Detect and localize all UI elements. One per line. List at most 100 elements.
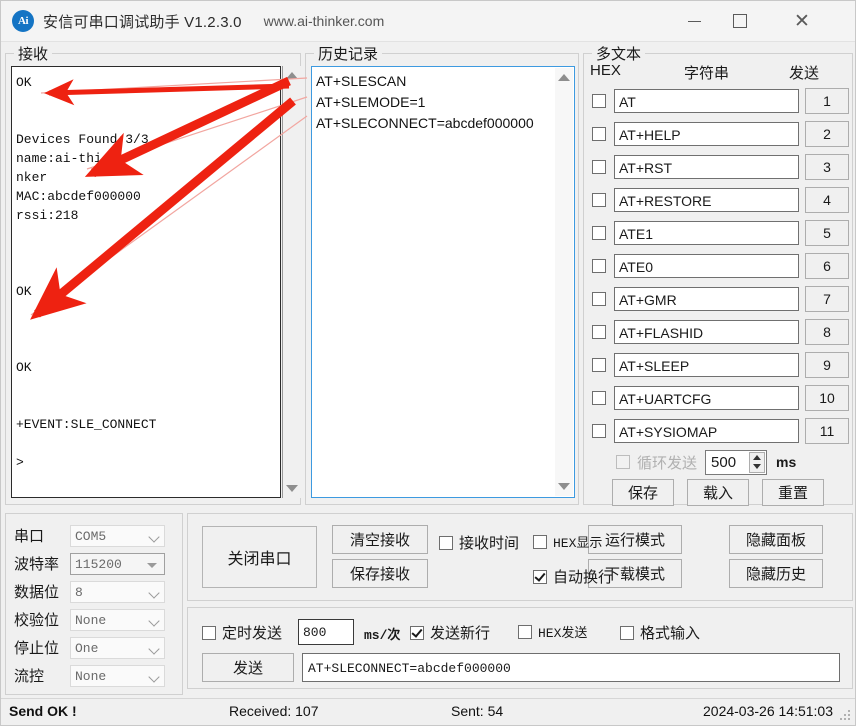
receive-time-checkbox[interactable] (439, 535, 453, 550)
chevron-down-icon (148, 614, 160, 627)
multitext-send-button[interactable]: 3 (805, 154, 849, 180)
multitext-hex-checkbox[interactable] (592, 292, 606, 306)
format-input-checkbox[interactable] (620, 625, 634, 640)
minimize-button[interactable] (671, 1, 717, 41)
multitext-hex-checkbox[interactable] (592, 424, 606, 438)
multitext-actions: 保存 载入 重置 (584, 478, 852, 506)
close-button[interactable]: ✕ (779, 1, 825, 41)
scroll-down-icon[interactable] (558, 483, 570, 490)
save-receive-button[interactable]: 保存接收 (332, 559, 428, 588)
multitext-send-button[interactable]: 6 (805, 253, 849, 279)
multitext-send-button[interactable]: 5 (805, 220, 849, 246)
serial-setting-value: 115200 (75, 556, 122, 572)
multitext-hex-checkbox[interactable] (592, 259, 606, 273)
chevron-down-icon (148, 642, 160, 655)
serial-setting-row: 波特率 115200 (14, 552, 165, 575)
history-panel-label: 历史记录 (314, 43, 383, 64)
auto-wrap-checkbox-item[interactable]: 自动换行 (533, 566, 613, 587)
multitext-command-input[interactable]: AT+UARTCFG (614, 386, 799, 410)
multitext-hex-checkbox[interactable] (592, 391, 606, 405)
multitext-command-input[interactable]: ATE0 (614, 254, 799, 278)
cycle-send-checkbox[interactable] (616, 455, 630, 469)
multitext-hex-checkbox[interactable] (592, 226, 606, 240)
receive-time-label: 接收时间 (459, 535, 520, 552)
stepper-up-icon[interactable] (753, 454, 762, 460)
serial-setting-label: 波特率 (14, 556, 60, 573)
serial-setting-select[interactable]: One (70, 636, 165, 659)
receive-textarea[interactable]: OK Devices Found:3/3 name:ai-thi nker MA… (11, 66, 281, 498)
multitext-command-input[interactable]: AT+GMR (614, 287, 799, 311)
multitext-send-button[interactable]: 4 (805, 187, 849, 213)
timed-interval-input[interactable]: 800 (298, 619, 354, 645)
stepper-down-icon[interactable] (753, 464, 762, 470)
minimize-icon (687, 20, 701, 22)
multitext-command-input[interactable]: AT+SLEEP (614, 353, 799, 377)
timed-send-checkbox[interactable] (202, 625, 216, 640)
multitext-hex-checkbox[interactable] (592, 94, 606, 108)
hex-send-checkbox[interactable] (518, 624, 532, 639)
multitext-send-button[interactable]: 9 (805, 352, 849, 378)
chevron-down-icon (148, 586, 160, 599)
multitext-send-button[interactable]: 8 (805, 319, 849, 345)
multitext-send-button[interactable]: 1 (805, 88, 849, 114)
multitext-command-input[interactable]: ATE1 (614, 221, 799, 245)
serial-setting-select[interactable]: 115200 (70, 552, 165, 575)
receive-scrollbar[interactable] (282, 66, 301, 498)
timed-send-checkbox-item[interactable]: 定时发送 (202, 622, 282, 643)
multitext-send-button[interactable]: 11 (805, 418, 849, 444)
send-input[interactable]: AT+SLECONNECT=abcdef000000 (302, 653, 840, 682)
multitext-hex-checkbox[interactable] (592, 127, 606, 141)
close-port-button[interactable]: 关闭串口 (202, 526, 317, 588)
scroll-up-icon[interactable] (286, 72, 298, 79)
multitext-command-input[interactable]: AT (614, 89, 799, 113)
cycle-interval-stepper[interactable]: 500 (705, 449, 768, 475)
control-panel: 关闭串口 清空接收 保存接收 运行模式 下载模式 隐藏面板 隐藏历史 接收时间 … (187, 513, 853, 601)
serial-setting-label: 流控 (14, 668, 45, 685)
serial-setting-select[interactable]: 8 (70, 580, 165, 603)
serial-setting-row: 校验位 None (14, 608, 165, 631)
multitext-hex-checkbox[interactable] (592, 160, 606, 174)
serial-setting-label: 停止位 (14, 640, 60, 657)
multitext-hex-checkbox[interactable] (592, 325, 606, 339)
auto-wrap-checkbox[interactable] (533, 569, 547, 584)
multitext-row: AT+RST 3 (584, 152, 852, 182)
multitext-row: AT+UARTCFG 10 (584, 383, 852, 413)
save-button[interactable]: 保存 (612, 478, 674, 506)
history-scrollbar[interactable] (555, 68, 573, 496)
multitext-send-button[interactable]: 10 (805, 385, 849, 411)
multitext-send-button[interactable]: 7 (805, 286, 849, 312)
hex-display-checkbox[interactable] (533, 534, 547, 549)
serial-setting-select[interactable]: None (70, 608, 165, 631)
serial-setting-select[interactable]: COM5 (70, 524, 165, 547)
send-newline-checkbox-item[interactable]: 发送新行 (410, 622, 490, 643)
hide-panel-button[interactable]: 隐藏面板 (729, 525, 823, 554)
multitext-command-input[interactable]: AT+SYSIOMAP (614, 419, 799, 443)
hide-history-button[interactable]: 隐藏历史 (729, 559, 823, 588)
load-button[interactable]: 载入 (687, 478, 749, 506)
receive-time-checkbox-item[interactable]: 接收时间 (439, 532, 519, 553)
send-newline-checkbox[interactable] (410, 625, 424, 640)
hex-display-checkbox-item[interactable]: HEX显示 (533, 532, 602, 551)
reset-button[interactable]: 重置 (762, 478, 824, 506)
history-listbox[interactable]: AT+SLESCAN AT+SLEMODE=1 AT+SLECONNECT=ab… (311, 66, 575, 498)
multitext-hex-checkbox[interactable] (592, 358, 606, 372)
multitext-row: AT+SLEEP 9 (584, 350, 852, 380)
multitext-command-input[interactable]: AT+RST (614, 155, 799, 179)
hex-send-checkbox-item[interactable]: HEX发送 (518, 622, 587, 641)
multitext-hex-checkbox[interactable] (592, 193, 606, 207)
format-input-checkbox-item[interactable]: 格式输入 (620, 622, 700, 643)
multitext-command-input[interactable]: AT+RESTORE (614, 188, 799, 212)
clear-receive-button[interactable]: 清空接收 (332, 525, 428, 554)
scroll-up-icon[interactable] (558, 74, 570, 81)
serial-setting-value: None (75, 612, 107, 628)
scroll-down-icon[interactable] (286, 485, 298, 492)
maximize-button[interactable] (717, 1, 763, 41)
multitext-send-button[interactable]: 2 (805, 121, 849, 147)
multitext-command-input[interactable]: AT+HELP (614, 122, 799, 146)
multitext-command-input[interactable]: AT+FLASHID (614, 320, 799, 344)
resize-grip-icon[interactable] (840, 710, 852, 722)
serial-setting-select[interactable]: None (70, 664, 165, 687)
auto-wrap-label: 自动换行 (553, 569, 614, 586)
send-button[interactable]: 发送 (202, 653, 294, 682)
stepper-buttons[interactable] (749, 451, 766, 473)
